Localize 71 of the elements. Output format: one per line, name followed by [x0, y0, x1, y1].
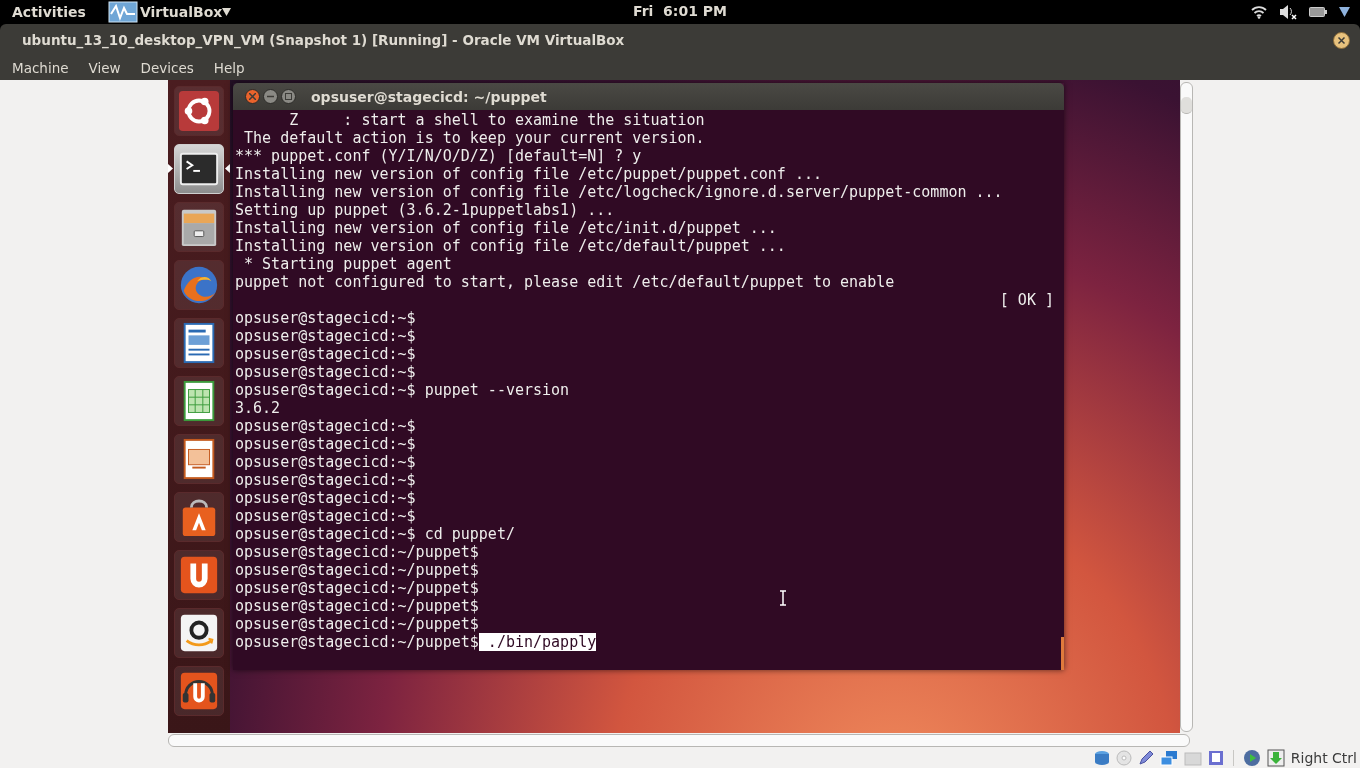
terminal-line: opsuser@stagecicd:~$	[235, 345, 416, 363]
host-key-label: Right Ctrl	[1290, 750, 1357, 766]
terminal-line: opsuser@stagecicd:~$	[235, 489, 416, 507]
terminal-line: opsuser@stagecicd:~$ puppet --version	[235, 381, 570, 399]
launcher-item[interactable]	[174, 202, 224, 252]
launcher-item[interactable]	[174, 492, 224, 542]
terminal-line: 3.6.2	[235, 399, 281, 417]
terminal-line: * Starting puppet agent	[243, 255, 452, 273]
terminal-line: *** puppet.conf (Y/I/N/O/D/Z) [default=N] ? y	[235, 147, 642, 165]
terminal-line: Installing new version of config file /etc/puppet/puppet.conf ...	[235, 165, 822, 183]
terminal-title: opsuser@stagecicd: ~/puppet	[311, 88, 547, 105]
terminal-line: opsuser@stagecicd:~/puppet$	[235, 597, 479, 615]
terminal-line: Installing new version of config file /etc/default/puppet ...	[235, 237, 786, 255]
terminal-line: opsuser@stagecicd:~$	[235, 453, 416, 471]
menu-item[interactable]: Machine	[4, 60, 77, 76]
selected-text: ./bin/papply	[478, 633, 597, 651]
terminal-line: Installing new version of config file /etc/init.d/puppet ...	[235, 219, 777, 237]
terminal-line: opsuser@stagecicd:~$ cd puppet/	[235, 525, 515, 543]
terminal-line: puppet not configured to start, please edit /etc/default/puppet to enable	[235, 273, 895, 291]
wifi-icon[interactable]	[1251, 5, 1267, 19]
prompt-text: opsuser@stagecicd:~/puppet$	[235, 633, 479, 651]
terminal-line: Installing new version of config file /etc/logcheck/ignore.d.server/puppet-common ...	[235, 183, 1003, 201]
menu-item[interactable]: View	[80, 60, 129, 76]
terminal-line: opsuser@stagecicd:~$	[235, 417, 416, 435]
terminal-line: opsuser@stagecicd:~/puppet$	[235, 543, 479, 561]
close-button[interactable]	[245, 89, 260, 104]
terminal-line: opsuser@stagecicd:~$	[235, 471, 416, 489]
speaker-muted-icon[interactable]	[1279, 4, 1297, 20]
text-cursor-icon	[779, 590, 787, 606]
clock[interactable]: Fri 6:01 PM	[633, 3, 727, 19]
minus-icon	[267, 93, 274, 100]
disk-stack-icon[interactable]	[1093, 750, 1110, 766]
terminal-line: opsuser@stagecicd:~/puppet$	[235, 579, 479, 597]
terminal-line: opsuser@stagecicd:~$	[235, 327, 416, 345]
horizontal-scrollbar[interactable]	[168, 734, 1190, 747]
menu-item[interactable]: Devices	[132, 60, 202, 76]
battery-icon[interactable]	[1309, 7, 1327, 17]
waveform-icon	[107, 1, 138, 23]
launcher-item[interactable]	[174, 376, 224, 426]
app-menu-button[interactable]: VirtualBox	[139, 4, 223, 20]
launcher-item[interactable]	[174, 550, 224, 600]
caret-icon	[222, 8, 232, 16]
terminal-line: opsuser@stagecicd:~$	[235, 507, 416, 525]
close-icon[interactable]	[1333, 31, 1350, 49]
ubuntu-logo-icon	[178, 89, 220, 133]
terminal-line: The default action is to keep your current version.	[243, 129, 705, 147]
close-icon	[249, 93, 256, 100]
terminal-line: opsuser@stagecicd:~$	[235, 435, 416, 453]
scroll-indicator	[1061, 637, 1064, 670]
terminal-line: Setting up puppet (3.6.2-1puppetlabs1) ...	[235, 201, 615, 219]
terminal-line: Z : start a shell to examine the situation	[288, 111, 705, 129]
square-icon	[285, 93, 292, 100]
terminal-line: opsuser@stagecicd:~$	[235, 309, 416, 327]
terminal-line: opsuser@stagecicd:~/puppet$	[235, 615, 479, 633]
window-title: ubuntu_13_10_desktop_VPN_VM (Snapshot 1) [Running] - Oracle VM VirtualBox	[22, 32, 625, 48]
menu-item[interactable]: Help	[205, 60, 253, 76]
pen-icon[interactable]	[1137, 750, 1154, 766]
launcher-item[interactable]	[174, 318, 224, 368]
launcher-item[interactable]	[174, 86, 224, 136]
terminal-line: opsuser@stagecicd:~/puppet$	[235, 561, 479, 579]
terminal-line: opsuser@stagecicd:~$	[235, 363, 416, 381]
network-icon[interactable]	[1159, 750, 1178, 766]
minimize-button[interactable]	[263, 89, 278, 104]
caret-icon[interactable]	[1339, 7, 1350, 17]
vertical-scrollbar[interactable]	[1180, 82, 1193, 732]
activities-button[interactable]: Activities	[12, 4, 86, 20]
terminal-line: [ OK ]	[999, 291, 1054, 309]
maximize-button[interactable]	[281, 89, 296, 104]
launcher-item[interactable]	[174, 434, 224, 484]
launcher-item[interactable]	[174, 666, 224, 716]
launcher-item[interactable]	[174, 608, 224, 658]
